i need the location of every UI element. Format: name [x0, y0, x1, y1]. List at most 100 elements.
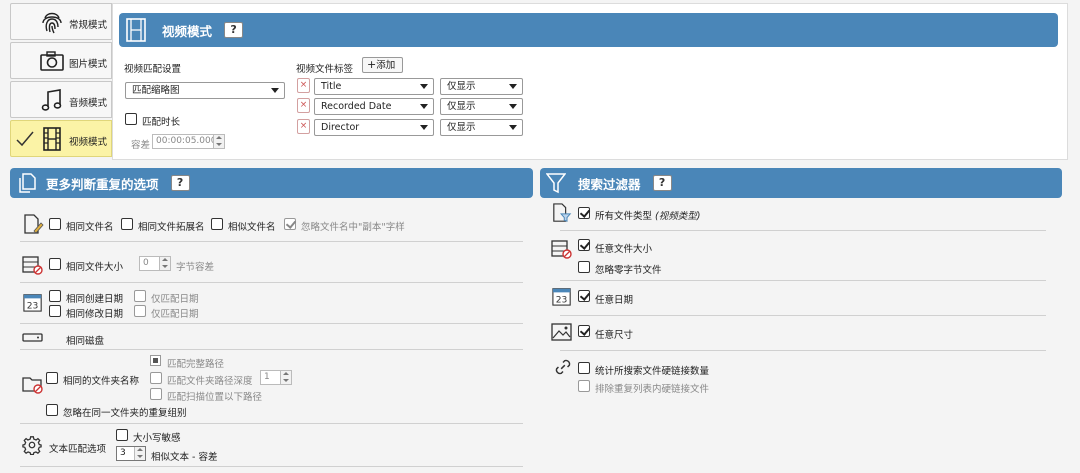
count-hardlinks-checkbox[interactable]	[578, 362, 590, 374]
same-modified-checkbox[interactable]	[49, 305, 61, 317]
mode-tab-video[interactable]: 视频模式	[10, 120, 112, 157]
tolerance-value: 00:00:05.000	[156, 136, 217, 146]
tag-mode-select[interactable]: 仅显示	[440, 119, 523, 136]
any-dimension-checkbox[interactable]	[578, 325, 590, 337]
match-below-scan-checkbox[interactable]	[150, 388, 162, 400]
match-method-select[interactable]: 匹配缩略图	[125, 82, 285, 99]
ignore-zero-byte-label: 忽略零字节文件	[595, 265, 662, 276]
any-date-label: 任意日期	[595, 295, 634, 306]
search-filter-header: 搜索过滤器 ?	[540, 168, 1062, 198]
exclude-hardlinks-checkbox[interactable]	[578, 380, 590, 392]
chevron-down-icon	[509, 125, 517, 130]
remove-tag-button[interactable]: ×	[297, 119, 310, 134]
divider	[20, 323, 523, 324]
ignore-zero-byte-checkbox[interactable]	[578, 261, 590, 273]
tag-mode: 仅显示	[447, 101, 476, 112]
help-button[interactable]: ?	[224, 22, 244, 38]
close-icon: ×	[299, 121, 308, 131]
ignore-copy-checkbox[interactable]	[284, 218, 296, 230]
tolerance-spinner[interactable]: 00:00:05.000	[152, 134, 225, 149]
filter-icon	[546, 173, 566, 194]
path-depth-value: 1	[264, 372, 270, 382]
fingerprint-icon	[42, 12, 62, 34]
same-size-label: 相同文件大小	[66, 262, 124, 273]
same-size-checkbox[interactable]	[49, 258, 61, 270]
music-note-icon	[41, 89, 62, 111]
same-created-label: 相同创建日期	[66, 294, 124, 305]
remove-tag-button[interactable]: ×	[297, 78, 310, 93]
byte-tolerance-value: 0	[143, 258, 149, 268]
calendar-icon: 23	[552, 288, 571, 306]
same-folder-checkbox[interactable]	[46, 372, 58, 384]
mode-tab-image[interactable]: 图片模式	[10, 42, 112, 79]
video-mode-header: 视频模式 ?	[119, 13, 1058, 47]
mode-label: 音频模式	[69, 98, 108, 109]
same-modified-label: 相同修改日期	[66, 309, 124, 320]
any-size-checkbox[interactable]	[578, 239, 590, 251]
divider	[560, 350, 1046, 351]
help-button[interactable]: ?	[652, 175, 672, 191]
link-icon	[555, 359, 571, 375]
remove-tag-button[interactable]: ×	[297, 98, 310, 113]
same-extension-checkbox[interactable]	[121, 218, 133, 230]
same-disk-label: 相同磁盘	[66, 336, 105, 347]
all-types-checkbox[interactable]	[578, 207, 590, 219]
byte-tolerance-label: 字节容差	[176, 262, 215, 273]
similar-text-value: 3	[120, 448, 126, 458]
match-full-path-radio[interactable]	[150, 355, 161, 366]
match-duration-checkbox[interactable]	[125, 113, 137, 125]
mode-tabs: 常规模式 图片模式 音频模式 视频模式	[10, 3, 112, 159]
similar-text-spinner[interactable]: 3	[116, 446, 146, 461]
tag-mode-select[interactable]: 仅显示	[440, 78, 523, 95]
only-date-created-checkbox[interactable]	[134, 290, 146, 302]
spinner-arrows-icon[interactable]	[134, 447, 145, 460]
byte-tolerance-spinner[interactable]: 0	[139, 256, 171, 271]
any-dimension-label: 任意尺寸	[595, 330, 634, 341]
ignore-same-folder-checkbox[interactable]	[46, 404, 58, 416]
search-filter-title: 搜索过滤器	[578, 176, 641, 192]
case-sensitive-checkbox[interactable]	[116, 429, 128, 441]
mode-label: 常规模式	[69, 20, 108, 31]
mode-tab-general[interactable]: 常规模式	[10, 3, 112, 40]
copy-icon	[19, 173, 36, 193]
tag-mode: 仅显示	[447, 122, 476, 133]
calendar-icon: 23	[23, 294, 42, 312]
match-below-scan-label: 匹配扫描位置以下路径	[167, 392, 263, 403]
spinner-arrows-icon[interactable]	[280, 371, 291, 384]
only-date-created-label: 仅匹配日期	[151, 294, 199, 305]
tags-label: 视频文件标签	[296, 64, 354, 75]
svg-text:23: 23	[27, 301, 39, 311]
chevron-down-icon	[420, 84, 428, 89]
same-filename-checkbox[interactable]	[49, 218, 61, 230]
tag-field-select[interactable]: Title	[314, 78, 434, 95]
only-date-modified-checkbox[interactable]	[134, 305, 146, 317]
all-types-text: 所有文件类型	[595, 211, 653, 222]
similar-filename-checkbox[interactable]	[211, 218, 223, 230]
mode-label: 视频模式	[69, 137, 108, 148]
image-dimension-icon	[551, 323, 572, 341]
folder-icon	[22, 377, 43, 394]
tag-mode: 仅显示	[447, 81, 476, 92]
spinner-arrows-icon[interactable]	[159, 257, 170, 270]
svg-text:23: 23	[556, 295, 568, 305]
help-button[interactable]: ?	[170, 175, 190, 191]
tag-field-select[interactable]: Director	[314, 119, 434, 136]
match-duration-label: 匹配时长	[142, 117, 181, 128]
divider	[20, 282, 523, 283]
video-mode-title: 视频模式	[162, 23, 213, 39]
add-tag-button[interactable]: +添加	[362, 57, 403, 73]
chevron-down-icon	[509, 84, 517, 89]
gear-icon	[22, 436, 42, 455]
any-date-checkbox[interactable]	[578, 290, 590, 302]
path-depth-spinner[interactable]: 1	[260, 370, 292, 385]
same-filename-label: 相同文件名	[66, 222, 114, 233]
mode-tab-audio[interactable]: 音频模式	[10, 81, 112, 118]
match-path-depth-checkbox[interactable]	[150, 372, 162, 384]
tag-mode-select[interactable]: 仅显示	[440, 98, 523, 115]
spinner-arrows-icon[interactable]	[213, 135, 224, 148]
match-full-path-label: 匹配完整路径	[167, 359, 225, 370]
divider	[560, 280, 1046, 281]
chevron-down-icon	[271, 88, 279, 93]
same-created-checkbox[interactable]	[49, 290, 61, 302]
tag-field-select[interactable]: Recorded Date	[314, 98, 434, 115]
